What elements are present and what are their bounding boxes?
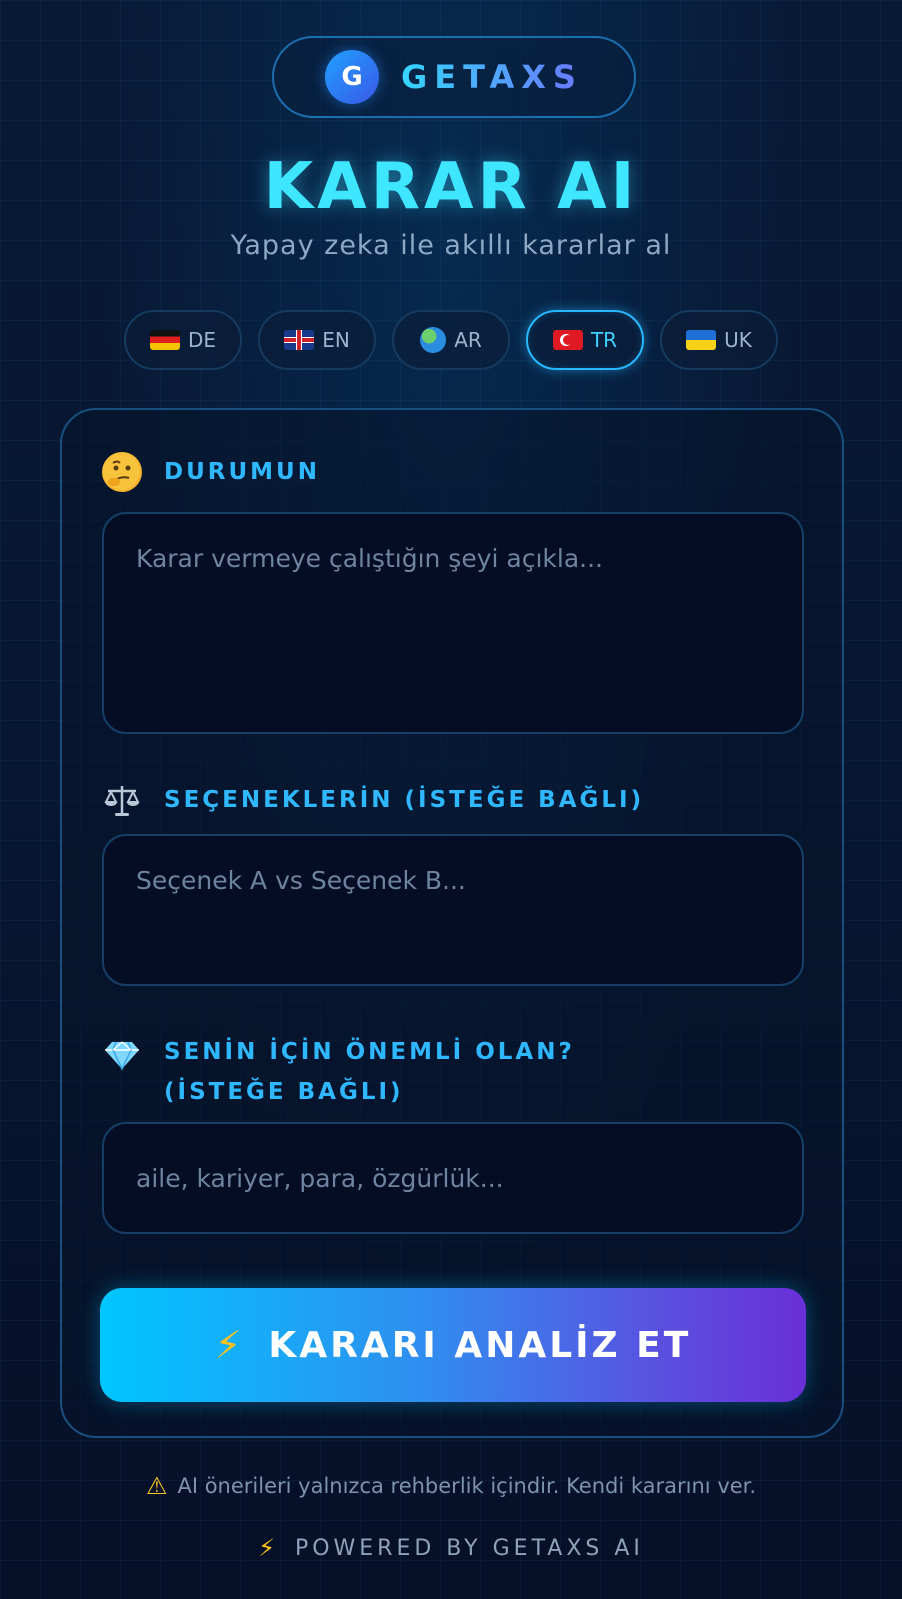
priorities-label-line1: SENİN İÇİN ÖNEMLİ OLAN? <box>164 1039 575 1065</box>
priorities-label-line2: (İSTEĞE BAĞLI) <box>164 1079 404 1105</box>
app-root: G GETAXS KARAR AI Yapay zeka ile akıllı … <box>0 0 902 1599</box>
lang-code: TR <box>590 328 618 352</box>
decision-form-card: DURUMUN SEÇENEKLERİN (İSTEĞE BAĞLI) <box>60 408 844 1438</box>
language-switcher: DE EN AR TR UK <box>124 310 778 370</box>
uk-flag-icon <box>284 330 315 350</box>
lightning-icon: ⚡ <box>214 1323 245 1367</box>
disclaimer-text: AI önerileri yalnızca rehberlik içindir.… <box>177 1474 757 1498</box>
analyze-decision-button[interactable]: ⚡ KARARI ANALİZ ET <box>100 1288 806 1402</box>
lang-code: DE <box>187 328 217 352</box>
lang-button-ar[interactable]: AR <box>392 310 510 370</box>
lang-button-tr[interactable]: TR <box>526 310 644 370</box>
priorities-label: SENİN İÇİN ÖNEMLİ OLAN? (İSTEĞE BAĞLI) <box>164 1032 575 1112</box>
lang-button-en[interactable]: EN <box>258 310 376 370</box>
lang-code: UK <box>724 328 752 352</box>
options-textarea[interactable] <box>102 834 804 986</box>
brand-name: GETAXS <box>401 58 583 96</box>
germany-flag-icon <box>149 330 180 350</box>
lang-button-de[interactable]: DE <box>124 310 242 370</box>
page-subtitle: Yapay zeka ile akıllı kararlar al <box>230 230 672 261</box>
thinking-face-icon <box>102 452 142 492</box>
page-title: KARAR AI <box>263 150 639 224</box>
ukraine-flag-icon <box>686 330 717 350</box>
turkey-flag-icon <box>552 330 583 350</box>
options-label: SEÇENEKLERİN (İSTEĞE BAĞLI) <box>164 787 645 813</box>
priorities-input[interactable] <box>102 1122 804 1234</box>
lang-code: EN <box>322 328 350 352</box>
disclaimer: ⚠ AI önerileri yalnızca rehberlik içindi… <box>0 1472 902 1500</box>
gem-icon <box>102 1034 142 1074</box>
lang-code: AR <box>454 328 482 352</box>
analyze-button-label: KARARI ANALİZ ET <box>268 1324 692 1366</box>
situation-label-row: DURUMUN <box>102 452 320 492</box>
situation-textarea[interactable] <box>102 512 804 734</box>
priorities-label-row: SENİN İÇİN ÖNEMLİ OLAN? (İSTEĞE BAĞLI) <box>102 1032 575 1112</box>
globe-icon <box>420 327 447 353</box>
brand-badge: G GETAXS <box>272 36 636 118</box>
powered-by: ⚡ POWERED BY GETAXS AI <box>0 1534 902 1562</box>
brand-logo-icon: G <box>325 50 380 104</box>
lightning-icon: ⚡ <box>258 1534 279 1562</box>
warning-icon: ⚠ <box>145 1472 168 1500</box>
lang-button-uk[interactable]: UK <box>660 310 778 370</box>
options-label-row: SEÇENEKLERİN (İSTEĞE BAĞLI) <box>102 780 644 820</box>
balance-scale-icon <box>102 780 142 820</box>
situation-label: DURUMUN <box>164 459 320 485</box>
powered-by-text: POWERED BY GETAXS AI <box>294 1535 644 1561</box>
